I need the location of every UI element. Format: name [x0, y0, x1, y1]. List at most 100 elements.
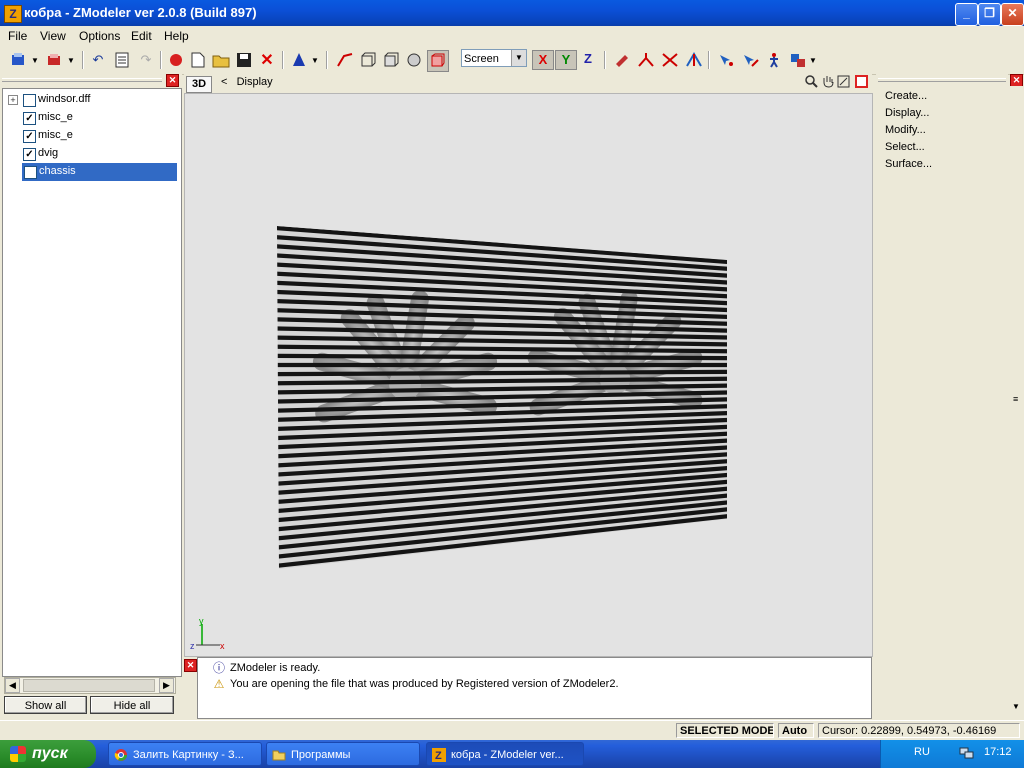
- object-tree[interactable]: + windsor.dff ✓ misc_e ✓ misc_e ✓ dvig c…: [2, 88, 182, 677]
- shape-icon[interactable]: [289, 50, 309, 70]
- vertex-mode-icon[interactable]: [335, 50, 355, 70]
- open-folder-icon[interactable]: [211, 50, 231, 70]
- view-mode-button[interactable]: 3D: [186, 76, 212, 93]
- axis-y-toggle[interactable]: Y: [555, 50, 577, 70]
- create-command[interactable]: Create...: [885, 90, 927, 102]
- menu-view[interactable]: View: [40, 29, 66, 43]
- undo-icon[interactable]: ↶: [88, 50, 108, 70]
- history-icon[interactable]: [112, 50, 132, 70]
- selection-mode-icon[interactable]: [427, 50, 449, 72]
- coordinate-space-value: Screen: [464, 53, 499, 65]
- redo-icon[interactable]: ↷: [136, 50, 156, 70]
- delete-icon[interactable]: ✕: [257, 50, 277, 70]
- import-dropdown-icon[interactable]: ▼: [30, 50, 40, 70]
- menu-file[interactable]: File: [8, 29, 27, 43]
- select-person-icon[interactable]: [764, 50, 784, 70]
- console-message: ZModeler is ready.: [230, 662, 321, 674]
- network-icon[interactable]: [959, 746, 975, 760]
- new-file-icon[interactable]: [188, 50, 208, 70]
- menu-bar: [0, 26, 1024, 46]
- maximize-button[interactable]: ❐: [978, 3, 1001, 26]
- gizmo-z-label: z: [190, 641, 195, 651]
- tree-item-label: chassis: [39, 165, 76, 177]
- scroll-grip-icon[interactable]: ≡: [1013, 394, 1021, 404]
- record-icon[interactable]: [166, 50, 186, 70]
- select-command[interactable]: Select...: [885, 141, 925, 153]
- fit-view-icon[interactable]: [836, 75, 851, 90]
- visibility-checkbox[interactable]: [23, 94, 36, 107]
- hide-all-button[interactable]: Hide all: [90, 696, 174, 714]
- grille-stripe: [277, 353, 727, 361]
- visibility-checkbox[interactable]: ✓: [23, 112, 36, 125]
- brush-icon[interactable]: [612, 50, 632, 70]
- pan-hand-icon[interactable]: [820, 75, 835, 90]
- tree-horizontal-scrollbar[interactable]: ◀ ▶: [4, 677, 176, 694]
- command-panel: Create... Display... Modify... Select...…: [876, 74, 1008, 718]
- zoom-icon[interactable]: [804, 75, 819, 90]
- scale-axis-icon[interactable]: [684, 50, 704, 70]
- export-icon[interactable]: [44, 50, 64, 70]
- import-icon[interactable]: [8, 50, 28, 70]
- coordinate-space-select[interactable]: Screen ▼: [461, 49, 527, 67]
- shape-dropdown-icon[interactable]: ▼: [310, 50, 320, 70]
- chevron-down-icon[interactable]: ▼: [511, 50, 526, 66]
- expand-icon[interactable]: +: [8, 95, 18, 105]
- maximize-viewport-icon[interactable]: [854, 75, 869, 90]
- close-panel-icon[interactable]: ✕: [166, 74, 179, 87]
- command-panel-scrollbar[interactable]: ≡ ▼: [1010, 86, 1024, 718]
- visibility-checkbox[interactable]: ✓: [23, 130, 36, 143]
- back-arrow-icon[interactable]: <: [221, 76, 227, 88]
- menu-help[interactable]: Help: [164, 29, 189, 43]
- start-button[interactable]: пуск: [0, 740, 96, 768]
- panel-grip[interactable]: [2, 78, 162, 82]
- face-mode-icon[interactable]: [381, 50, 401, 70]
- tree-item-misc-e[interactable]: ✓ misc_e: [3, 127, 179, 145]
- modify-command[interactable]: Modify...: [885, 124, 926, 136]
- task-label: Залить Картинку - З...: [133, 749, 244, 761]
- rotate-axis-icon[interactable]: [660, 50, 680, 70]
- visibility-checkbox[interactable]: [24, 166, 37, 179]
- menu-options[interactable]: Options: [79, 29, 120, 43]
- viewport-nav[interactable]: < Display: [221, 76, 273, 88]
- tree-item-chassis[interactable]: chassis: [22, 163, 177, 181]
- tree-item-dvig[interactable]: ✓ dvig: [3, 145, 179, 163]
- message-console[interactable]: ⓘ ZModeler is ready. ⚠ You are opening t…: [197, 657, 872, 719]
- surface-command[interactable]: Surface...: [885, 158, 932, 170]
- tree-item-label: misc_e: [38, 129, 73, 141]
- scroll-right-icon[interactable]: ▶: [159, 678, 174, 693]
- show-all-button[interactable]: Show all: [4, 696, 87, 714]
- taskbar-item-folder[interactable]: Программы: [266, 742, 420, 766]
- toolbar-separator: [708, 51, 710, 69]
- panel-grip[interactable]: [878, 78, 1006, 82]
- language-indicator[interactable]: RU: [914, 746, 930, 758]
- app-icon[interactable]: Z: [4, 5, 22, 23]
- menu-edit[interactable]: Edit: [131, 29, 152, 43]
- scroll-left-icon[interactable]: ◀: [5, 678, 20, 693]
- minimize-button[interactable]: _: [955, 3, 978, 26]
- select-group-icon[interactable]: [788, 50, 808, 70]
- select-vertex-icon[interactable]: [716, 50, 736, 70]
- save-icon[interactable]: [234, 50, 254, 70]
- axis-x-toggle[interactable]: X: [532, 50, 554, 70]
- taskbar-item-browser[interactable]: Залить Картинку - З...: [108, 742, 262, 766]
- close-console-icon[interactable]: ✕: [184, 659, 197, 672]
- taskbar-item-zmodeler[interactable]: Z кобра - ZModeler ver...: [426, 742, 584, 766]
- tree-item-misc-e[interactable]: ✓ misc_e: [3, 109, 179, 127]
- edge-mode-icon[interactable]: [358, 50, 378, 70]
- tree-item-windsor-dff[interactable]: + windsor.dff: [3, 91, 179, 109]
- axis-z-toggle[interactable]: Z: [578, 50, 598, 68]
- display-command[interactable]: Display...: [885, 107, 929, 119]
- select-dropdown-icon[interactable]: ▼: [808, 50, 818, 70]
- viewport-header: [184, 74, 872, 92]
- object-mode-icon[interactable]: [404, 50, 424, 70]
- close-button[interactable]: ✕: [1001, 3, 1024, 26]
- snap-indicator[interactable]: Auto: [778, 723, 814, 738]
- window-title: кобра - ZModeler ver 2.0.8 (Build 897): [24, 5, 257, 20]
- scroll-down-icon[interactable]: ▼: [1012, 702, 1020, 711]
- export-dropdown-icon[interactable]: ▼: [66, 50, 76, 70]
- 3d-viewport[interactable]: [184, 93, 873, 657]
- move-axis-icon[interactable]: [636, 50, 656, 70]
- select-edge-icon[interactable]: [740, 50, 760, 70]
- visibility-checkbox[interactable]: ✓: [23, 148, 36, 161]
- scroll-thumb[interactable]: [23, 679, 155, 692]
